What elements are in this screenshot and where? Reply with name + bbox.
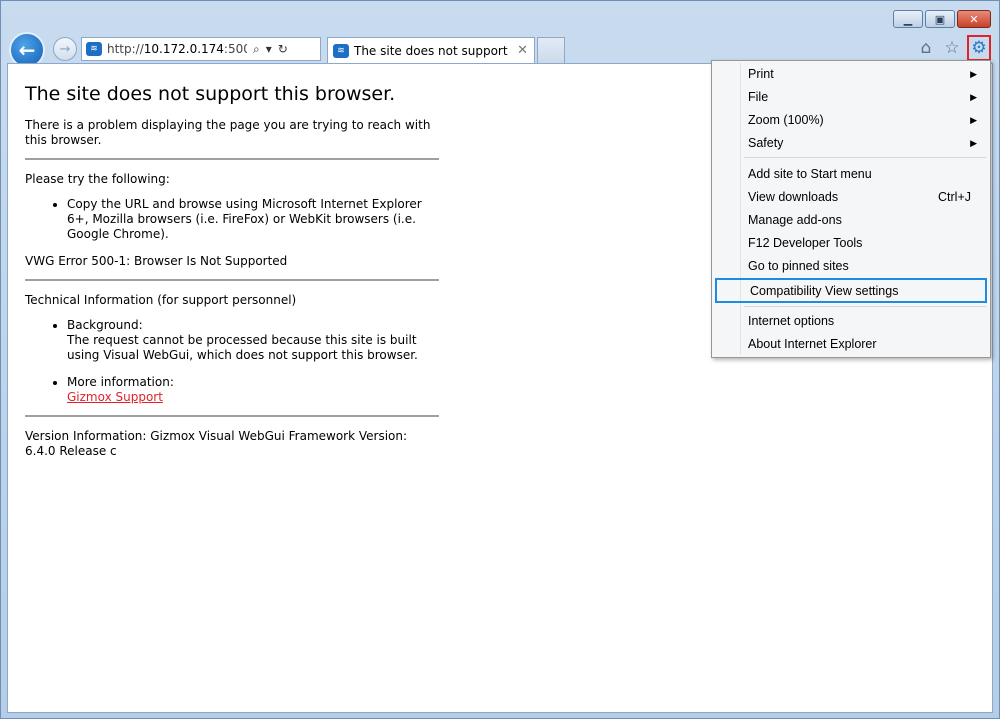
page-title: The site does not support this browser.: [25, 83, 396, 105]
tab-close-icon[interactable]: ✕: [517, 43, 528, 58]
tab-title: The site does not support t...: [354, 43, 512, 58]
menu-item-label: Compatibility View settings: [750, 283, 899, 298]
menu-item-label: Zoom (100%): [748, 113, 824, 127]
list-item: Copy the URL and browse using Microsoft …: [67, 197, 439, 242]
browser-window: ▁ ▣ ✕ ← → ≋ http://10.172.0.174:5000/ma …: [0, 0, 1000, 719]
support-link[interactable]: Gizmox Support: [67, 390, 163, 404]
tab-active[interactable]: ≋ The site does not support t... ✕: [327, 37, 535, 63]
minimize-button[interactable]: ▁: [893, 10, 923, 28]
back-arrow-icon: ←: [18, 38, 36, 62]
tools-gear-icon[interactable]: ⚙: [967, 35, 991, 61]
url-host: 10.172.0.174: [143, 42, 224, 56]
forward-button[interactable]: →: [53, 37, 77, 61]
menu-item-compatibility-view[interactable]: Compatibility View settings: [715, 278, 987, 303]
divider: [25, 279, 439, 281]
tech-label: Technical Information (for support perso…: [25, 293, 297, 307]
tools-menu: Print ▶ File ▶ Zoom (100%) ▶ Safety ▶ Add si…: [711, 60, 991, 358]
refresh-icon[interactable]: ↻: [278, 42, 288, 56]
more-label: More information:: [67, 375, 174, 389]
background-label: Background:: [67, 318, 143, 332]
menu-item-view-downloads[interactable]: View downloads Ctrl+J: [715, 186, 987, 208]
tab-favicon-icon: ≋: [333, 43, 349, 58]
chevron-down-icon[interactable]: ▾: [266, 42, 272, 56]
search-icon[interactable]: ⌕: [253, 42, 260, 57]
divider: [25, 158, 439, 160]
menu-item-manage-addons[interactable]: Manage add-ons: [715, 209, 987, 231]
error-page: The site does not support this browser. …: [25, 82, 439, 459]
menu-item-label: Safety: [748, 136, 784, 150]
intro-text: There is a problem displaying the page y…: [25, 118, 431, 147]
menu-item-label: Internet options: [748, 314, 835, 328]
menu-item-label: Manage add-ons: [748, 213, 842, 227]
list-item: More information: Gizmox Support: [67, 375, 439, 405]
menu-item-label: File: [748, 90, 769, 104]
try-list: Copy the URL and browse using Microsoft …: [25, 197, 439, 242]
window-controls: ▁ ▣ ✕: [893, 10, 991, 28]
submenu-arrow-icon: ▶: [970, 114, 977, 125]
menu-item-zoom[interactable]: Zoom (100%) ▶: [715, 109, 987, 131]
try-label: Please try the following:: [25, 172, 170, 186]
menu-item-label: About Internet Explorer: [748, 337, 877, 351]
url-path: :5000/ma: [223, 42, 247, 56]
maximize-button[interactable]: ▣: [925, 10, 955, 28]
menu-item-print[interactable]: Print ▶: [715, 63, 987, 85]
submenu-arrow-icon: ▶: [970, 91, 977, 102]
url-scheme: http://: [107, 42, 144, 56]
menu-item-label: View downloads: [748, 190, 839, 204]
version-text: Version Information: Gizmox Visual WebGu…: [25, 429, 408, 458]
error-text: VWG Error 500-1: Browser Is Not Supporte…: [25, 254, 288, 268]
menu-item-f12[interactable]: F12 Developer Tools: [715, 232, 987, 254]
menu-item-label: Add site to Start menu: [748, 167, 872, 181]
submenu-arrow-icon: ▶: [970, 137, 977, 148]
list-item: Background: The request cannot be proces…: [67, 318, 439, 363]
site-favicon-icon: ≋: [86, 42, 102, 56]
shortcut-label: Ctrl+J: [938, 190, 971, 204]
menu-item-add-site[interactable]: Add site to Start menu: [715, 163, 987, 185]
divider: [25, 415, 439, 417]
menu-item-file[interactable]: File ▶: [715, 86, 987, 108]
command-icons: ⌂ ☆ ⚙: [915, 35, 991, 61]
home-icon[interactable]: ⌂: [915, 37, 937, 59]
close-button[interactable]: ✕: [957, 10, 991, 28]
background-text: The request cannot be processed because …: [67, 333, 418, 362]
menu-item-label: F12 Developer Tools: [748, 236, 863, 250]
menu-separator: [744, 157, 986, 158]
menu-item-label: Go to pinned sites: [748, 259, 849, 273]
address-bar[interactable]: ≋ http://10.172.0.174:5000/ma ⌕ ▾ ↻: [81, 37, 321, 61]
address-url[interactable]: http://10.172.0.174:5000/ma: [107, 42, 247, 56]
menu-item-label: Print: [748, 67, 774, 81]
menu-separator: [744, 306, 986, 307]
menu-item-internet-options[interactable]: Internet options: [715, 310, 987, 332]
forward-arrow-icon: →: [59, 41, 71, 57]
menu-item-about[interactable]: About Internet Explorer: [715, 333, 987, 355]
new-tab-button[interactable]: [537, 37, 565, 63]
menu-item-safety[interactable]: Safety ▶: [715, 132, 987, 154]
favorites-star-icon[interactable]: ☆: [941, 37, 963, 59]
submenu-arrow-icon: ▶: [970, 68, 977, 79]
menu-item-pinned-sites[interactable]: Go to pinned sites: [715, 255, 987, 277]
tech-list: Background: The request cannot be proces…: [25, 318, 439, 405]
